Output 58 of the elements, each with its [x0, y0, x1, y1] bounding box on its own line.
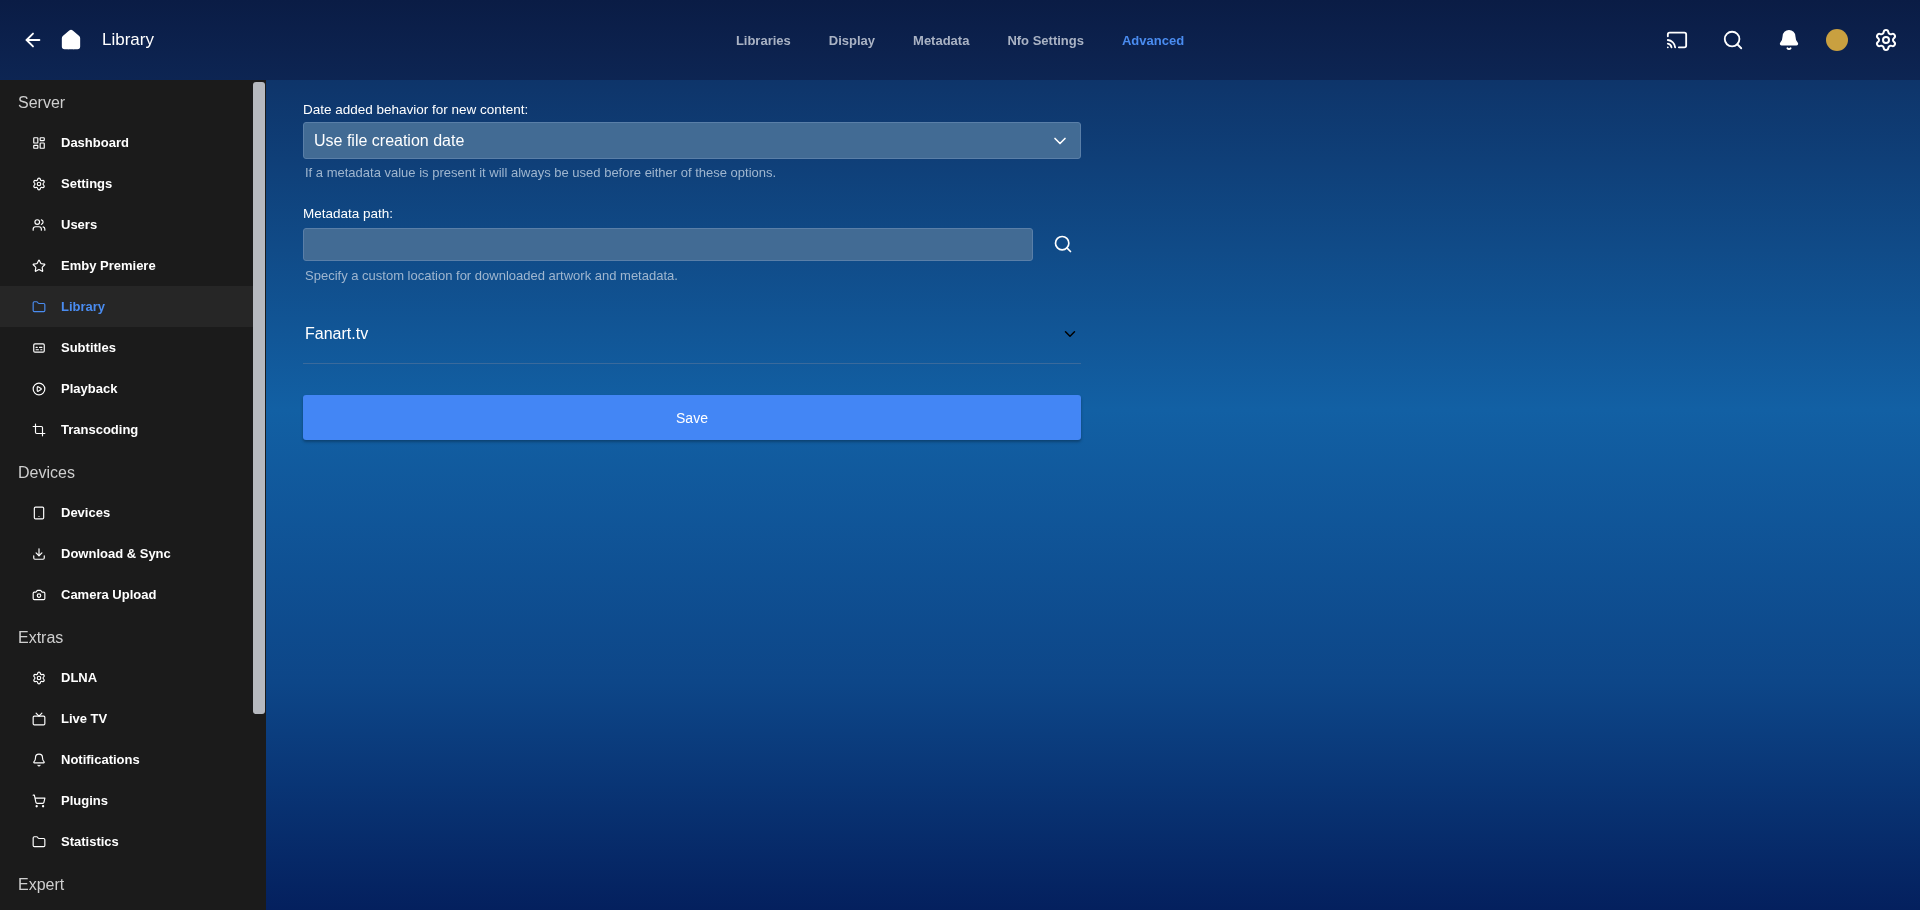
cast-icon [1666, 29, 1688, 51]
sidebar-item[interactable]: Notifications [0, 739, 253, 780]
sidebar-section-title: Extras [17, 628, 65, 648]
tab[interactable]: Display [822, 31, 882, 49]
sidebar-item[interactable]: Statistics [0, 821, 253, 862]
download-icon [32, 546, 46, 561]
sidebar-item[interactable]: Library [0, 286, 253, 327]
settings-icon [32, 670, 46, 685]
save-button[interactable]: Save [303, 395, 1081, 440]
sidebar-item[interactable]: Users [0, 204, 253, 245]
bell-icon [32, 752, 46, 767]
star-icon [32, 258, 46, 273]
sidebar-section-title: Expert [17, 875, 66, 895]
sidebar-section-title: Server [17, 93, 67, 113]
camera-icon [32, 587, 46, 602]
sidebar-item[interactable]: Live TV [0, 698, 253, 739]
scrollbar-thumb[interactable] [253, 82, 265, 714]
tablet-icon [32, 505, 46, 520]
tab[interactable]: Nfo Settings [1001, 31, 1090, 49]
subtitles-icon [32, 340, 46, 355]
settings-icon [32, 176, 46, 191]
date-added-select[interactable]: Use file creation date [303, 122, 1081, 159]
search-icon [1722, 29, 1744, 51]
tab[interactable]: Libraries [729, 31, 797, 49]
folder-icon [32, 834, 46, 849]
sidebar-item[interactable]: Subtitles [0, 327, 253, 368]
collapsible-header[interactable]: Fanart.tv [303, 305, 1081, 364]
sidebar-item[interactable]: Dashboard [0, 122, 253, 163]
sidebar-section-title: Devices [17, 463, 76, 483]
user-avatar[interactable] [1826, 29, 1848, 51]
search-icon [1053, 234, 1073, 254]
sidebar-item[interactable]: DLNA [0, 657, 253, 698]
sidebar-item[interactable]: Camera Upload [0, 574, 253, 615]
users-icon [32, 217, 46, 232]
play-icon [32, 381, 46, 396]
bell-icon [1778, 29, 1800, 51]
page-title: Library [102, 30, 154, 50]
help-text: If a metadata value is present it will always be used before either of these options. [305, 165, 778, 180]
sidebar-item[interactable]: Playback [0, 368, 253, 409]
sidebar-item[interactable]: Plugins [0, 780, 253, 821]
tab[interactable]: Metadata [907, 31, 976, 49]
home-icon [60, 29, 82, 51]
field-label: Date added behavior for new content: [303, 102, 530, 117]
dashboard-icon [32, 135, 46, 150]
tv-icon [32, 711, 46, 726]
tab[interactable]: Advanced [1115, 31, 1191, 49]
sidebar-item[interactable]: Emby Premiere [0, 245, 253, 286]
crop-icon [32, 422, 46, 437]
folder-icon [32, 299, 46, 314]
cart-icon [32, 793, 46, 808]
settings-icon [1874, 28, 1898, 52]
sidebar-item[interactable]: Devices [0, 492, 253, 533]
sidebar-item[interactable]: Transcoding [0, 409, 253, 450]
help-text: Specify a custom location for downloaded artwork and metadata. [305, 268, 679, 283]
sidebar-item[interactable]: Settings [0, 163, 253, 204]
metadata-path-field[interactable] [303, 227, 1033, 261]
field-label: Metadata path: [303, 206, 395, 221]
sidebar-item[interactable]: Download & Sync [0, 533, 253, 574]
